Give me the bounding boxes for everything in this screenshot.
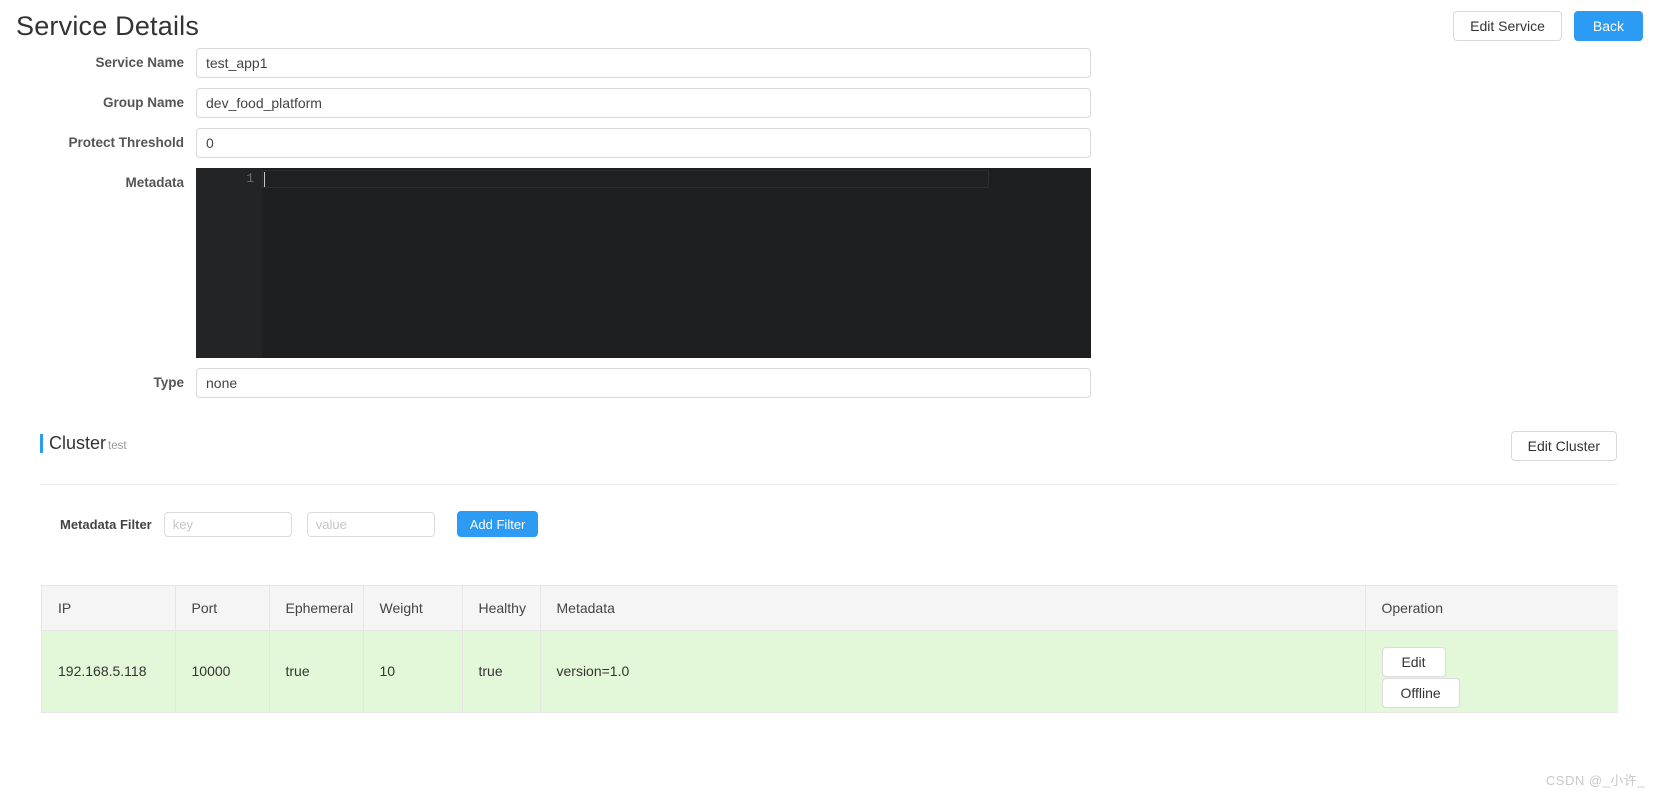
cluster-name: test: [108, 440, 127, 452]
type-label: Type: [153, 375, 184, 390]
form-row-group-name: Group Name: [0, 88, 1657, 118]
editor-gutter: 1: [196, 168, 262, 358]
column-header-ip: IP: [42, 586, 176, 631]
form-row-type: Type: [0, 368, 1657, 398]
group-name-label: Group Name: [102, 95, 184, 110]
instances-table-wrap: IP Port Ephemeral Weight Healthy Metadat…: [41, 585, 1618, 713]
column-header-operation: Operation: [1365, 586, 1618, 631]
instances-table: IP Port Ephemeral Weight Healthy Metadat…: [42, 586, 1618, 713]
edit-cluster-button[interactable]: Edit Cluster: [1510, 431, 1617, 461]
service-name-field-wrap: [196, 48, 1091, 78]
cluster-accent-bar: [40, 434, 43, 453]
metadata-field-wrap: 1: [196, 168, 1091, 358]
add-filter-button[interactable]: Add Filter: [456, 511, 539, 537]
table-header-row: IP Port Ephemeral Weight Healthy Metadat…: [42, 586, 1618, 631]
form-row-metadata: Metadata 1: [0, 168, 1657, 358]
column-header-port: Port: [175, 586, 270, 631]
header-actions: Edit Service Back: [1453, 11, 1643, 41]
table-row: 192.168.5.118 10000 true 10 true version…: [42, 630, 1618, 713]
row-offline-button[interactable]: Offline: [1381, 677, 1460, 708]
editor-cursor: [264, 172, 265, 187]
protect-threshold-field-wrap: [196, 128, 1091, 158]
metadata-filter-label: Metadata Filter: [60, 516, 152, 532]
filter-value-input[interactable]: [306, 511, 435, 537]
editor-line-number: 1: [246, 171, 254, 186]
cell-operation: Edit Offline: [1365, 630, 1618, 713]
column-header-healthy: Healthy: [462, 586, 541, 631]
cluster-divider: [40, 484, 1617, 485]
protect-threshold-input[interactable]: [196, 128, 1091, 158]
service-name-label: Service Name: [95, 55, 184, 70]
service-details-page: Service Details Edit Service Back Servic…: [0, 0, 1657, 797]
cell-ip: 192.168.5.118: [42, 630, 176, 713]
metadata-label: Metadata: [125, 175, 184, 190]
watermark: CSDN @_小许_: [1545, 773, 1645, 788]
column-header-weight: Weight: [363, 586, 463, 631]
protect-threshold-label: Protect Threshold: [68, 135, 184, 150]
edit-service-button[interactable]: Edit Service: [1453, 11, 1562, 41]
row-edit-button[interactable]: Edit: [1381, 646, 1446, 677]
form-row-protect-threshold: Protect Threshold: [0, 128, 1657, 158]
back-button[interactable]: Back: [1573, 11, 1643, 41]
cluster-title: Cluster: [49, 433, 107, 453]
cell-port: 10000: [175, 630, 270, 713]
edit-cluster-wrap: Edit Cluster: [1510, 431, 1617, 461]
filter-key-input[interactable]: [163, 511, 292, 537]
service-name-input[interactable]: [196, 48, 1091, 78]
cell-healthy: true: [462, 630, 541, 713]
group-name-field-wrap: [196, 88, 1091, 118]
cell-weight: 10: [363, 630, 463, 713]
metadata-filter-row: Metadata Filter Add Filter: [60, 511, 539, 537]
column-header-metadata: Metadata: [540, 586, 1366, 631]
column-header-ephemeral: Ephemeral: [269, 586, 364, 631]
operation-buttons: Edit Offline: [1381, 631, 1603, 709]
type-field-wrap: [196, 368, 1091, 398]
service-form: Service Name Group Name Protect Threshol…: [0, 48, 1657, 408]
cluster-section-header: Cluster test Edit Cluster: [40, 430, 1617, 470]
editor-active-line: [262, 170, 989, 188]
type-input[interactable]: [196, 368, 1091, 398]
cell-ephemeral: true: [269, 630, 364, 713]
page-title: Service Details: [16, 11, 200, 41]
group-name-input[interactable]: [196, 88, 1091, 118]
cell-metadata: version=1.0: [540, 630, 1366, 713]
metadata-code-editor[interactable]: 1: [196, 168, 1091, 358]
form-row-service-name: Service Name: [0, 48, 1657, 78]
